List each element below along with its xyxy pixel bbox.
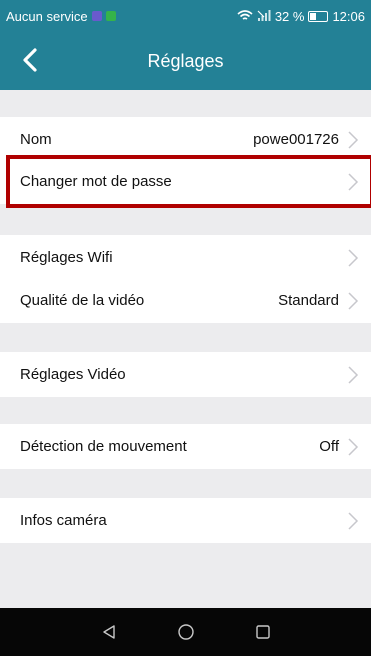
signal-icon [257,10,271,21]
nav-home-button[interactable] [171,617,201,647]
chevron-left-icon [23,48,37,72]
notification-icon [91,11,102,21]
battery-percent: 32 % [274,8,305,24]
wifi-icon [237,10,253,20]
nav-recents-button[interactable] [248,617,278,647]
status-left: Aucun service [6,9,237,24]
chevron-right-icon [348,511,359,530]
home-circle-icon [177,624,194,640]
page-title: Réglages [147,50,224,71]
setting-row-video-quality[interactable]: Qualité de la vidéo Standard [0,278,371,323]
setting-row-wifi[interactable]: Réglages Wifi [0,235,371,280]
system-nav-bar [0,608,371,656]
back-triangle-icon [102,625,115,639]
chevron-right-icon [348,437,359,456]
notification-icon [105,11,116,21]
nav-back-button[interactable] [94,617,124,647]
setting-label: Réglages Wifi [20,249,113,266]
setting-row-video-settings[interactable]: Réglages Vidéo [0,352,371,397]
highlight-box [6,155,371,208]
chevron-right-icon [348,248,359,267]
setting-value: Standard [278,292,339,309]
status-right: 32 % 12:06 [237,9,365,24]
setting-label: Détection de mouvement [20,438,187,455]
chevron-right-icon [348,365,359,384]
setting-row-motion-detection[interactable]: Détection de mouvement Off [0,424,371,469]
status-bar: Aucun service 32 % 12:06 [0,0,371,32]
setting-label: Infos caméra [20,512,107,529]
setting-value: powe001726 [253,131,339,148]
back-button[interactable] [12,42,48,78]
setting-label: Nom [20,131,52,148]
chevron-right-icon [348,291,359,310]
recents-square-icon [255,625,270,639]
setting-label: Qualité de la vidéo [20,292,145,309]
battery-icon [308,10,329,22]
chevron-right-icon [348,130,359,149]
setting-label: Réglages Vidéo [20,366,126,383]
setting-row-camera-info[interactable]: Infos caméra [0,498,371,543]
setting-value: Off [319,438,339,455]
app-header: Réglages [0,32,371,90]
clock-time: 12:06 [332,8,365,24]
carrier-text: Aucun service [6,8,88,24]
